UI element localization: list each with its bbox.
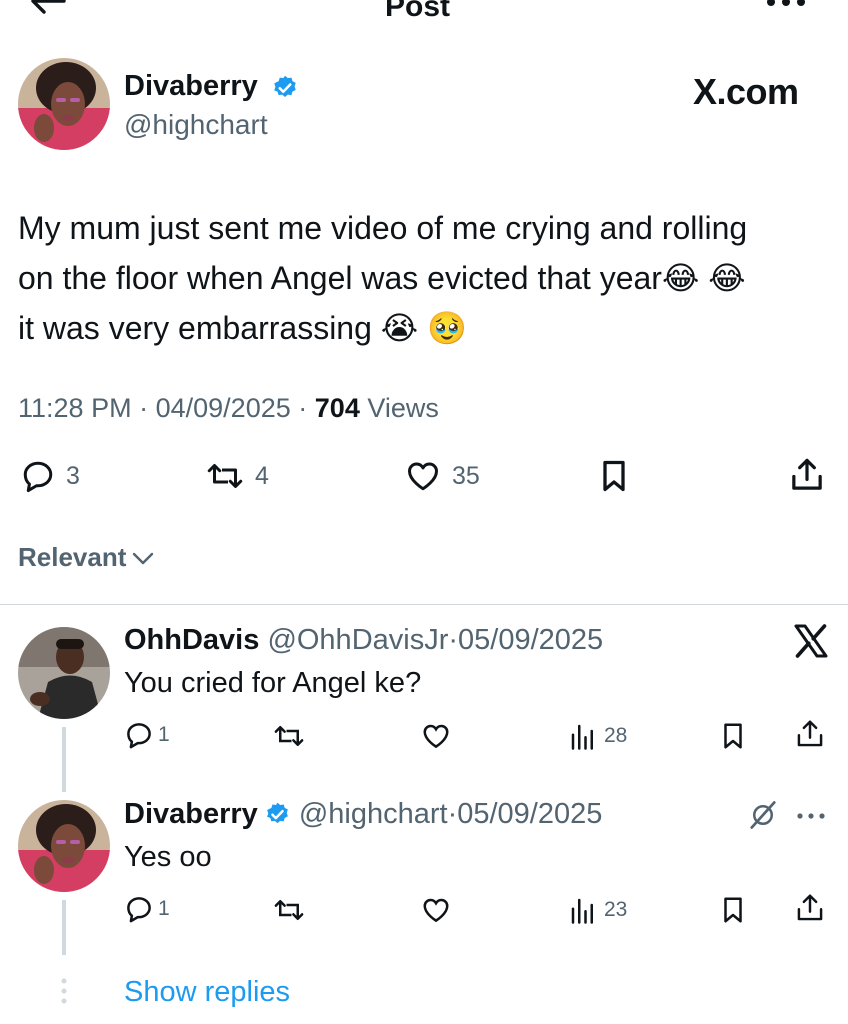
reply-date: 05/09/2025: [457, 798, 603, 830]
thread-line: [62, 900, 66, 955]
reply-icon: [124, 720, 154, 750]
views-button[interactable]: 28: [568, 721, 627, 751]
sort-dropdown[interactable]: Relevant: [18, 542, 156, 573]
show-replies-link[interactable]: Show replies: [124, 976, 290, 1009]
bookmark-icon[interactable]: [598, 458, 630, 494]
reply-button[interactable]: 1: [124, 720, 170, 750]
sort-label: Relevant: [18, 542, 127, 572]
author-handle[interactable]: @highchart: [124, 109, 268, 141]
more-icon[interactable]: [765, 0, 807, 10]
views-button[interactable]: 23: [568, 895, 627, 925]
reply-text: You cried for Angel ke?: [124, 667, 422, 699]
verified-badge-icon: [271, 74, 299, 102]
reply-icon: [124, 894, 154, 924]
reply-icon: [20, 458, 56, 494]
reply-count: 1: [158, 723, 170, 746]
emoji: 😭 🥹: [380, 310, 467, 346]
reply-button[interactable]: 3: [20, 458, 80, 494]
brand-label: X.com: [693, 71, 799, 112]
more-icon[interactable]: [796, 812, 826, 820]
chevron-down-icon: [130, 548, 156, 568]
repost-icon[interactable]: [272, 721, 306, 751]
like-icon[interactable]: [420, 895, 452, 925]
reply-header: OhhDavis @OhhDavisJr·05/09/2025: [124, 624, 604, 656]
verified-badge-icon: [264, 801, 291, 828]
views-label: Views: [367, 393, 439, 423]
analytics-icon: [568, 895, 598, 925]
bookmark-icon[interactable]: [719, 895, 747, 925]
post-text-line: it was very embarrassing 😭 🥹: [18, 310, 467, 346]
views-count: 28: [604, 724, 628, 747]
post-date: 04/09/2025: [155, 393, 291, 423]
post-meta: 11:28 PM · 04/09/2025 · 704 Views: [18, 393, 439, 423]
divider: [0, 604, 848, 605]
like-icon: [404, 458, 442, 494]
repost-count: 4: [255, 461, 269, 490]
page-title: Post: [385, 0, 451, 23]
reply-author-name[interactable]: Divaberry: [124, 798, 258, 831]
post-time: 11:28 PM: [18, 393, 132, 423]
reply-author-handle[interactable]: @OhhDavisJr: [267, 624, 448, 656]
reply-button[interactable]: 1: [124, 894, 170, 924]
post-text: My mum just sent me video of me crying a…: [18, 203, 838, 353]
share-icon[interactable]: [795, 718, 825, 750]
emoji: 😂 😂: [661, 260, 746, 296]
repost-icon[interactable]: [272, 895, 306, 925]
views-count: 23: [604, 898, 628, 921]
reply-author-handle[interactable]: @highchart: [299, 798, 448, 831]
repost-icon: [205, 458, 245, 494]
reply-date: 05/09/2025: [458, 624, 604, 656]
like-icon[interactable]: [420, 721, 452, 751]
reply-text: Yes oo: [124, 841, 212, 873]
thread-dots: [60, 978, 68, 1009]
reply-author-name[interactable]: OhhDavis: [124, 624, 259, 656]
avatar[interactable]: [18, 800, 110, 892]
share-icon[interactable]: [795, 892, 825, 924]
reply-count: 1: [158, 897, 170, 920]
thread-line: [62, 727, 66, 792]
bookmark-icon[interactable]: [719, 721, 747, 751]
x-logo-icon: [793, 624, 829, 658]
avatar[interactable]: [18, 627, 110, 719]
share-icon[interactable]: [789, 456, 825, 494]
author-name[interactable]: Divaberry: [124, 70, 258, 103]
back-arrow-icon[interactable]: [28, 0, 68, 16]
views-count[interactable]: 704: [315, 393, 360, 423]
like-count: 35: [452, 461, 480, 490]
grok-icon[interactable]: [748, 800, 778, 830]
reply-count: 3: [66, 461, 80, 490]
like-button[interactable]: 35: [404, 458, 480, 494]
repost-button[interactable]: 4: [205, 458, 269, 494]
avatar[interactable]: [18, 58, 110, 150]
post-text-line: My mum just sent me video of me crying a…: [18, 210, 748, 246]
analytics-icon: [568, 721, 598, 751]
post-text-line: on the floor when Angel was evicted that…: [18, 260, 746, 296]
reply-header: Divaberry @highchart · 05/09/2025: [124, 798, 603, 831]
